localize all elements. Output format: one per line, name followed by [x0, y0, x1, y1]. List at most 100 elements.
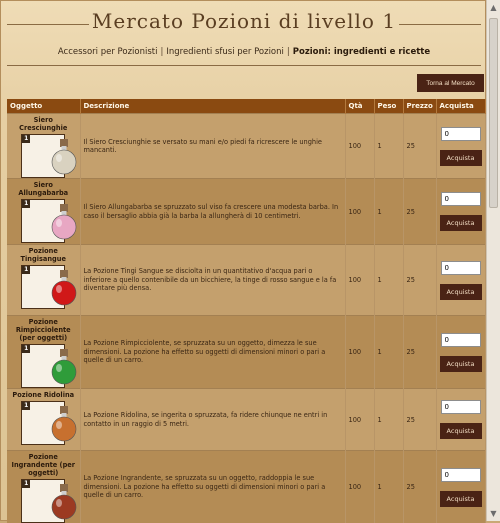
quantity-input[interactable]: [441, 127, 481, 141]
page-title: Mercato Pozioni di livello 1: [7, 9, 481, 33]
buy-button[interactable]: Acquista: [440, 150, 482, 166]
level-badge: 1: [22, 266, 30, 274]
table-row: Pozione Ingrandente (per oggetti) 1 La Poz…: [7, 451, 485, 523]
item-price: 25: [403, 316, 436, 389]
potion-bottle-image: 1: [21, 265, 65, 309]
title-row: Mercato Pozioni di livello 1: [7, 7, 481, 43]
buy-cell: Acquista: [436, 114, 485, 179]
quantity-input[interactable]: [441, 333, 481, 347]
buy-cell: Acquista: [436, 245, 485, 316]
item-description: La Pozione Ridolina, se ingerita o spruz…: [80, 389, 345, 451]
header-item: Oggetto: [7, 99, 80, 114]
item-name: Pozione Tingisangue: [10, 247, 77, 263]
buy-cell: Acquista: [436, 389, 485, 451]
quantity-input[interactable]: [441, 192, 481, 206]
level-badge: 1: [22, 402, 30, 410]
item-weight: 1: [374, 245, 403, 316]
table-header-row: Oggetto Descrizione Qtà Peso Prezzo Acqu…: [7, 99, 485, 114]
header-price: Prezzo: [403, 99, 436, 114]
potion-bottle-image: 1: [21, 479, 65, 523]
item-qty: 100: [345, 114, 374, 179]
breadcrumb-nav: Accessori per Pozionisti |Ingredienti sfu…: [1, 47, 487, 57]
potion-bottle-image: 1: [21, 401, 65, 445]
potion-bottle-icon: [43, 135, 85, 177]
back-to-market-button[interactable]: Torna al Mercato: [417, 74, 484, 92]
item-weight: 1: [374, 451, 403, 523]
buy-button[interactable]: Acquista: [440, 423, 482, 439]
header-buy: Acquista: [436, 99, 485, 114]
item-cell: Pozione Tingisangue 1: [7, 245, 80, 316]
header-divider: [7, 65, 481, 66]
potion-bottle-image: 1: [21, 344, 65, 388]
item-name: Siero Allungabarba: [10, 181, 77, 197]
potion-bottle-image: 1: [21, 199, 65, 243]
potions-table: Oggetto Descrizione Qtà Peso Prezzo Acqu…: [7, 99, 486, 523]
buy-button[interactable]: Acquista: [440, 491, 482, 507]
page-frame: Mercato Pozioni di livello 1 Accessori p…: [0, 0, 486, 521]
item-name: Siero Cresciunghie: [10, 116, 77, 132]
nav-link-pozioni-current[interactable]: Pozioni: ingredienti e ricette: [293, 47, 430, 57]
buy-cell: Acquista: [436, 316, 485, 389]
nav-link-accessori[interactable]: Accessori per Pozionisti: [58, 47, 158, 57]
item-description: La Pozione Ingrandente, se spruzzata su …: [80, 451, 345, 523]
buy-button[interactable]: Acquista: [440, 284, 482, 300]
table-row: Pozione Tingisangue 1 La Pozione Tingi San…: [7, 245, 485, 316]
item-qty: 100: [345, 451, 374, 523]
buy-button[interactable]: Acquista: [440, 356, 482, 372]
scroll-down-icon[interactable]: ▼: [489, 509, 498, 518]
potion-bottle-image: 1: [21, 134, 65, 178]
item-description: La Pozione Rimpicciolente, se spruzzata …: [80, 316, 345, 389]
scroll-up-icon[interactable]: ▲: [489, 3, 498, 12]
item-qty: 100: [345, 316, 374, 389]
potion-bottle-icon: [43, 402, 85, 444]
table-row: Siero Cresciunghie 1 Il Siero Cresciunghie…: [7, 114, 485, 179]
level-badge: 1: [22, 135, 30, 143]
header-description: Descrizione: [80, 99, 345, 114]
item-cell: Pozione Ridolina 1: [7, 389, 80, 451]
item-name: Pozione Ridolina: [10, 391, 77, 399]
item-cell: Pozione Ingrandente (per oggetti) 1: [7, 451, 80, 523]
item-weight: 1: [374, 389, 403, 451]
quantity-input[interactable]: [441, 400, 481, 414]
item-weight: 1: [374, 179, 403, 245]
item-qty: 100: [345, 179, 374, 245]
item-price: 25: [403, 245, 436, 316]
potion-bottle-icon: [43, 480, 85, 522]
vertical-scrollbar[interactable]: ▲ ▼: [486, 0, 500, 521]
item-price: 25: [403, 389, 436, 451]
item-cell: Siero Cresciunghie 1: [7, 114, 80, 179]
item-description: Il Siero Cresciunghie se versato su mani…: [80, 114, 345, 179]
level-badge: 1: [22, 345, 30, 353]
scroll-thumb[interactable]: [489, 18, 498, 208]
item-description: Il Siero Allungabarba se spruzzato sul v…: [80, 179, 345, 245]
item-weight: 1: [374, 114, 403, 179]
item-price: 25: [403, 451, 436, 523]
item-name: Pozione Rimpicciolente (per oggetti): [10, 318, 77, 342]
level-badge: 1: [22, 200, 30, 208]
header-qty: Qtà: [345, 99, 374, 114]
potion-bottle-icon: [43, 266, 85, 308]
nav-separator: |: [284, 47, 293, 57]
item-weight: 1: [374, 316, 403, 389]
item-price: 25: [403, 179, 436, 245]
table-row: Siero Allungabarba 1 Il Siero Allungabarba…: [7, 179, 485, 245]
table-row: Pozione Ridolina 1 La Pozione Ridolina, se…: [7, 389, 485, 451]
quantity-input[interactable]: [441, 468, 481, 482]
item-price: 25: [403, 114, 436, 179]
item-qty: 100: [345, 389, 374, 451]
item-qty: 100: [345, 245, 374, 316]
buy-cell: Acquista: [436, 451, 485, 523]
level-badge: 1: [22, 480, 30, 488]
nav-link-ingredienti[interactable]: Ingredienti sfusi per Pozioni: [166, 47, 284, 57]
item-description: La Pozione Tingi Sangue se disciolta in …: [80, 245, 345, 316]
potion-bottle-icon: [43, 345, 85, 387]
table-row: Pozione Rimpicciolente (per oggetti) 1 La …: [7, 316, 485, 389]
potion-bottle-icon: [43, 200, 85, 242]
item-cell: Siero Allungabarba 1: [7, 179, 80, 245]
buy-button[interactable]: Acquista: [440, 215, 482, 231]
buy-cell: Acquista: [436, 179, 485, 245]
item-cell: Pozione Rimpicciolente (per oggetti) 1: [7, 316, 80, 389]
header-weight: Peso: [374, 99, 403, 114]
quantity-input[interactable]: [441, 261, 481, 275]
item-name: Pozione Ingrandente (per oggetti): [10, 453, 77, 477]
